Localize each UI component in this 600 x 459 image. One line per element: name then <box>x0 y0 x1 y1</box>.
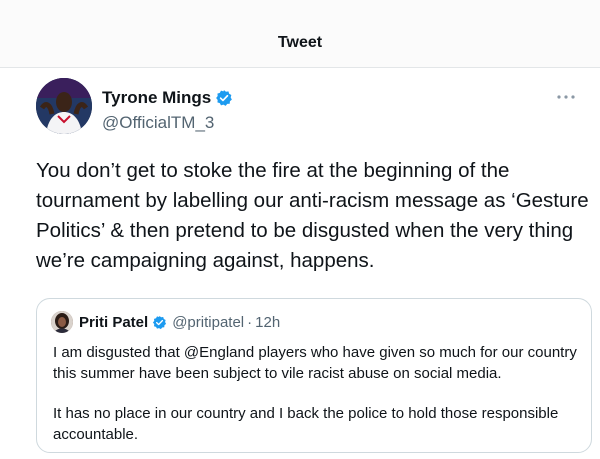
more-dots-icon[interactable] <box>556 90 576 102</box>
author-avatar[interactable] <box>36 78 92 134</box>
quoted-tweet[interactable]: Priti Patel @pritipatel · 12h I am disgu… <box>36 298 592 453</box>
quoted-author-avatar <box>51 311 73 333</box>
top-bar: Tweet <box>0 0 600 68</box>
quoted-timestamp: 12h <box>255 313 281 331</box>
quoted-author-handle: @pritipatel <box>172 313 245 331</box>
page-title: Tweet <box>277 34 323 51</box>
author-name[interactable]: Tyrone Mings <box>102 88 211 108</box>
quoted-author-name: Priti Patel <box>79 313 149 331</box>
separator-dot: · <box>247 313 253 331</box>
quoted-paragraph: I am disgusted that @England players who… <box>53 344 577 382</box>
tweet-author: Tyrone Mings @OfficialTM_3 <box>36 78 576 138</box>
verified-badge-icon <box>152 315 167 330</box>
quoted-paragraph: It has no place in our country and I bac… <box>53 405 559 443</box>
author-name-row: Tyrone Mings <box>102 88 233 108</box>
quoted-tweet-text: I am disgusted that @England players who… <box>53 343 583 445</box>
tweet-text: You don’t get to stoke the fire at the b… <box>36 159 589 272</box>
author-handle[interactable]: @OfficialTM_3 <box>102 113 214 133</box>
verified-badge-icon <box>215 89 233 107</box>
quoted-tweet-header: Priti Patel @pritipatel · 12h <box>51 311 280 333</box>
